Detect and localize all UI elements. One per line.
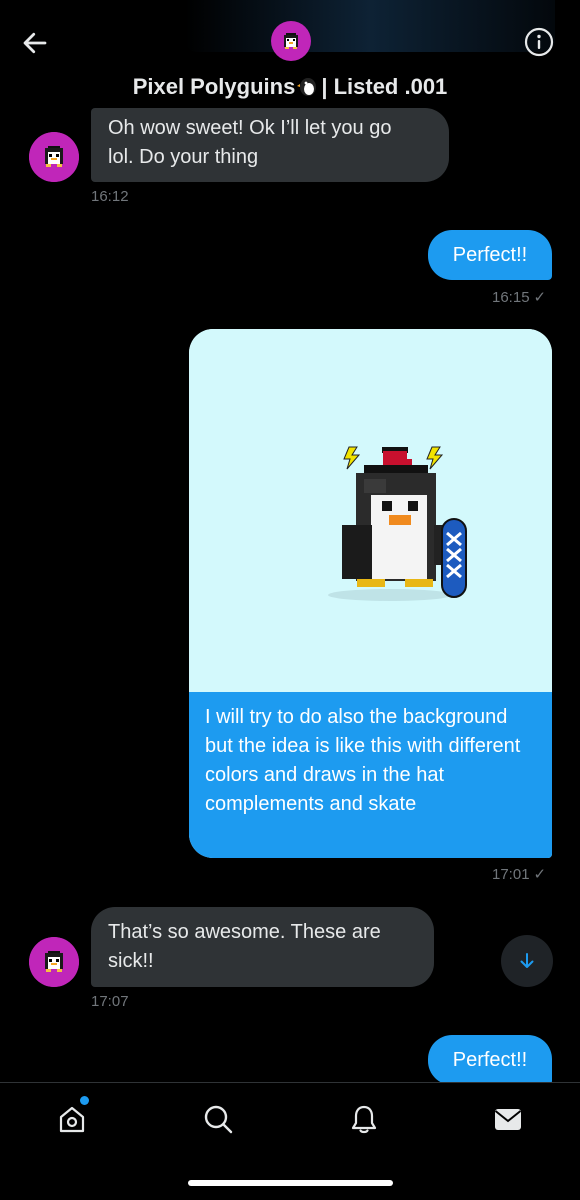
incoming-message-bubble[interactable]: That’s so awesome. These are sick!! [91, 907, 434, 987]
message-text-line: lol. Do your thing [108, 146, 259, 168]
shared-image[interactable] [189, 329, 552, 692]
message-text: Perfect!! [452, 1048, 528, 1071]
message-timestamp: 17:07 [91, 993, 129, 1010]
tab-search[interactable] [200, 1101, 236, 1137]
outgoing-message-bubble[interactable]: Perfect!! [428, 230, 552, 280]
message-text-line: sick!! [108, 950, 154, 972]
scroll-to-bottom-button[interactable] [501, 935, 553, 987]
timestamp-text: 17:01 [492, 866, 530, 883]
info-icon [524, 27, 554, 57]
sent-check-icon: ✓ [533, 866, 547, 883]
home-notification-dot [80, 1096, 89, 1105]
home-indicator [188, 1180, 393, 1186]
arrow-left-icon [23, 32, 47, 54]
conversation-title-suffix: | Listed .001 [321, 74, 448, 99]
bell-icon [351, 1105, 377, 1134]
info-button[interactable] [524, 27, 554, 57]
tab-messages[interactable] [490, 1101, 526, 1137]
conversation-title[interactable]: Pixel Polyguins | Listed .001 [0, 74, 580, 103]
media-caption: I will try to do also the background but… [189, 692, 552, 858]
message-timestamp: 16:12 [91, 188, 129, 205]
message-text-line: Oh wow sweet! Ok I’ll let you go [108, 117, 392, 139]
message-timestamp: 17:01 ✓ [492, 865, 546, 883]
message-timestamp: 16:15 ✓ [492, 288, 546, 306]
search-icon [204, 1105, 233, 1134]
mail-icon [494, 1109, 522, 1130]
timestamp-text: 16:15 [492, 289, 530, 306]
outgoing-message-bubble[interactable]: Perfect!! [428, 1035, 552, 1085]
home-icon [59, 1106, 85, 1133]
outgoing-media-message[interactable]: I will try to do also the background but… [189, 329, 552, 858]
message-text: Perfect!! [452, 243, 528, 266]
incoming-message-bubble[interactable]: Oh wow sweet! Ok I’ll let you go lol. Do… [91, 108, 449, 182]
pixel-penguin-image [328, 446, 467, 601]
header-avatar[interactable] [271, 21, 311, 61]
back-button[interactable] [18, 26, 52, 60]
contact-avatar[interactable] [29, 937, 79, 987]
message-text-line: That’s so awesome. These are [108, 921, 381, 943]
sent-check-icon: ✓ [533, 289, 547, 306]
arrow-down-icon [520, 953, 534, 968]
penguin-emoji-icon [297, 75, 319, 103]
conversation-header: Pixel Polyguins | Listed .001 [0, 0, 580, 110]
contact-avatar[interactable] [29, 132, 79, 182]
tab-notifications[interactable] [346, 1101, 382, 1137]
conversation-title-text: Pixel Polyguins [132, 74, 296, 99]
tab-home[interactable] [54, 1101, 90, 1137]
